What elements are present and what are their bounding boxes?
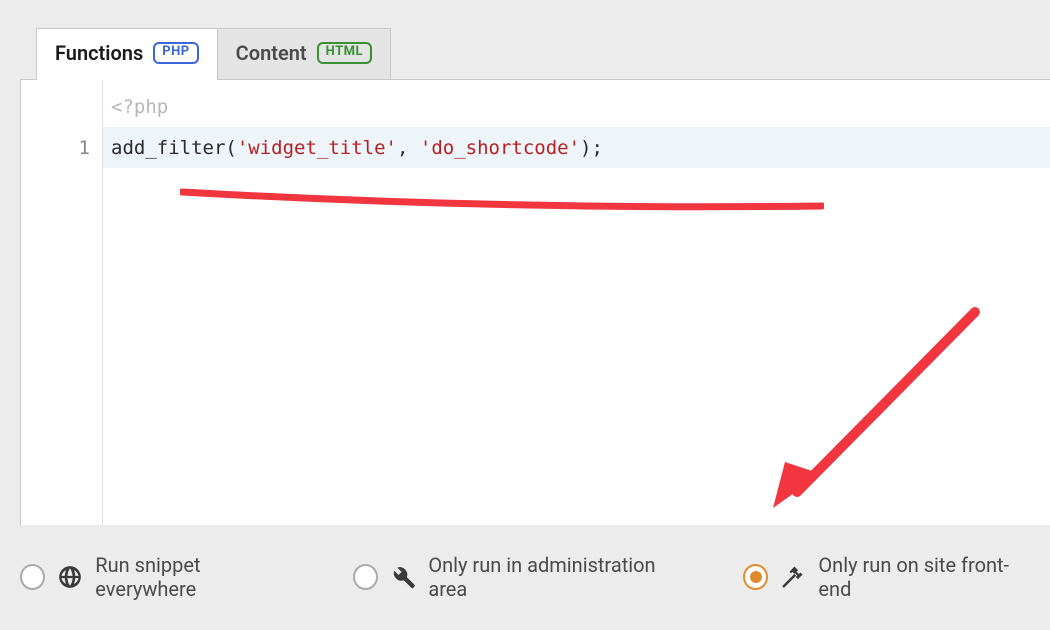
code-line-1: add_filter('widget_title', 'do_shortcode… (103, 127, 1050, 168)
radio-run-admin[interactable] (353, 564, 378, 590)
code-editor[interactable]: 1 <?php add_filter('widget_title', 'do_s… (20, 79, 1050, 525)
option-run-frontend[interactable]: Only run on site front-end (743, 553, 1030, 601)
editor-code-area[interactable]: <?php add_filter('widget_title', 'do_sho… (103, 80, 1050, 525)
token-close: ); (580, 137, 603, 159)
option-run-admin-label: Only run in administration area (428, 553, 685, 601)
run-location-options: Run snippet everywhere Only run in admin… (20, 553, 1030, 601)
globe-icon (57, 563, 83, 591)
token-open-paren: ( (225, 137, 236, 159)
tab-functions[interactable]: Functions PHP (36, 28, 218, 80)
tab-content[interactable]: Content HTML (217, 28, 391, 80)
token-string-1: 'widget_title' (237, 137, 397, 159)
hammer-icon (780, 563, 807, 591)
editor-gutter: 1 (21, 80, 103, 525)
tab-functions-label: Functions (55, 41, 143, 65)
code-type-tabs: Functions PHP Content HTML (36, 28, 391, 80)
option-run-everywhere[interactable]: Run snippet everywhere (20, 553, 295, 601)
option-run-frontend-label: Only run on site front-end (818, 553, 1030, 601)
radio-run-everywhere[interactable] (20, 564, 45, 590)
html-badge: HTML (317, 42, 372, 63)
line-number-1: 1 (21, 127, 102, 168)
token-string-2: 'do_shortcode' (420, 137, 580, 159)
tab-content-label: Content (236, 41, 307, 65)
code-opening-tag: <?php (103, 86, 1050, 127)
token-function: add_filter (111, 137, 225, 159)
radio-run-frontend[interactable] (743, 564, 768, 590)
wrench-icon (390, 563, 417, 591)
php-badge: PHP (153, 42, 198, 63)
option-run-admin[interactable]: Only run in administration area (353, 553, 685, 601)
token-comma: , (397, 137, 420, 159)
snippet-editor-screen: Functions PHP Content HTML 1 <?php add_f… (0, 0, 1050, 630)
option-run-everywhere-label: Run snippet everywhere (95, 553, 295, 601)
